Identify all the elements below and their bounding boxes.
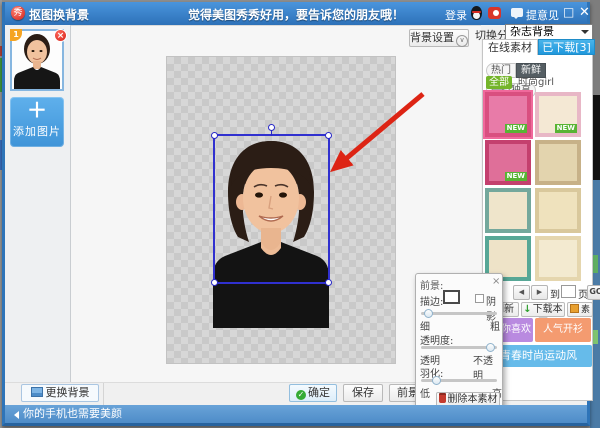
page-number-input[interactable] [561, 285, 576, 298]
download-page-button[interactable]: ↓下载本页 [521, 302, 565, 317]
opacity-label: 透明度: [420, 332, 453, 347]
material-thumb[interactable]: NEW [485, 140, 531, 185]
tab-online-materials[interactable]: 在线素材 [482, 39, 538, 55]
red-pointer-arrow [301, 84, 431, 194]
close-button[interactable]: ✕ [579, 5, 590, 20]
stroke-label: 描边: [420, 293, 443, 308]
stroke-slider-thumb[interactable] [424, 309, 433, 318]
banner-popular-cardigan[interactable]: 人气开衫 [535, 318, 591, 342]
foreground-settings-panel: 前景: × 描边: 阴影 细 粗 透明度: 透明 不透明 羽化: 低 高 删除本… [415, 273, 503, 412]
resize-handle-bottom-left[interactable] [211, 279, 218, 286]
login-link[interactable]: 登录 [445, 7, 467, 23]
filter-时尚girl[interactable]: 时尚girl [518, 76, 554, 89]
feather-slider-thumb[interactable] [432, 376, 441, 385]
low-label: 低 [420, 385, 430, 400]
thick-label: 粗 [490, 318, 500, 333]
shadow-checkbox[interactable] [475, 294, 484, 303]
material-thumb[interactable] [485, 188, 531, 233]
new-badge: NEW [505, 172, 527, 181]
material-thumb[interactable] [535, 188, 581, 233]
material-thumb[interactable]: NEW [485, 92, 531, 137]
image-list-sidebar: 1 × ＋ 添加图片 [5, 25, 71, 382]
qq-icon[interactable] [471, 6, 482, 20]
category-dropdown[interactable]: 杂志背景 [505, 24, 593, 40]
rotate-handle[interactable] [268, 124, 275, 131]
speaker-icon [10, 411, 19, 419]
download-icon: ↓ [523, 304, 531, 315]
goto-label: 到 [550, 286, 560, 301]
app-window: 秀 抠图换背景 觉得美图秀秀好用，要告诉您的朋友哦！ 登录 提意见 □ ✕ [2, 2, 590, 426]
chevron-down-icon: ∨ [456, 35, 468, 47]
material-thumb[interactable] [535, 140, 581, 185]
prev-page-button[interactable]: ◀ [513, 285, 530, 300]
weibo-icon[interactable] [488, 7, 501, 19]
filter-全部[interactable]: 全部 [486, 76, 512, 89]
resize-handle-top-left[interactable] [211, 132, 218, 139]
material-thumb[interactable]: NEW [535, 92, 581, 137]
tab-downloaded[interactable]: 已下载[3] [538, 39, 595, 55]
new-badge: NEW [505, 124, 527, 133]
material-pack-button[interactable]: 素材包 [567, 302, 593, 317]
dropdown-caret-icon [581, 30, 589, 38]
opaque-label: 不透明 [473, 352, 502, 382]
new-badge: NEW [555, 124, 577, 133]
remove-photo-icon[interactable]: × [54, 29, 67, 42]
go-button[interactable]: GO [587, 285, 600, 300]
foreground-panel-title: 前景: [420, 277, 443, 292]
check-icon: ✓ [296, 390, 306, 400]
feedback-link[interactable]: 提意见 [526, 7, 559, 23]
next-page-button[interactable]: ▶ [531, 285, 548, 300]
save-button[interactable]: 保存 [343, 384, 383, 402]
filter-group: 全部时尚girl冰雪girl [486, 76, 592, 89]
panel-close-icon[interactable]: × [492, 276, 500, 287]
add-image-label: 添加图片 [10, 123, 64, 139]
status-bar: 你的手机也需要美颜 [5, 405, 587, 423]
maximize-button[interactable]: □ [563, 5, 574, 19]
status-text: 你的手机也需要美颜 [23, 407, 122, 420]
change-background-button[interactable]: 更换背景 [21, 384, 99, 402]
confirm-button[interactable]: ✓确定 [289, 384, 337, 402]
footer-vertical-divider [103, 383, 104, 405]
titlebar: 秀 抠图换背景 觉得美图秀秀好用，要告诉您的朋友哦！ 登录 提意见 □ ✕ [5, 2, 587, 25]
pack-icon [570, 304, 579, 313]
source-photo-thumbnail[interactable]: 1 × [10, 29, 64, 91]
source-photo [12, 31, 62, 89]
trash-icon [439, 395, 446, 403]
image-icon [31, 387, 43, 397]
plus-icon: ＋ [10, 97, 64, 123]
add-image-button[interactable]: ＋ 添加图片 [10, 97, 64, 147]
material-thumb[interactable] [535, 236, 581, 281]
feedback-bubble-icon[interactable] [511, 8, 523, 17]
pill-group: 热门新鲜会员独享 [486, 58, 592, 73]
background-settings-button[interactable]: 背景设置∨ [409, 29, 469, 47]
opacity-slider-thumb[interactable] [486, 343, 495, 352]
resize-handle-bottom-right[interactable] [325, 279, 332, 286]
stroke-color-swatch[interactable] [443, 290, 460, 304]
thin-label: 细 [420, 318, 430, 333]
